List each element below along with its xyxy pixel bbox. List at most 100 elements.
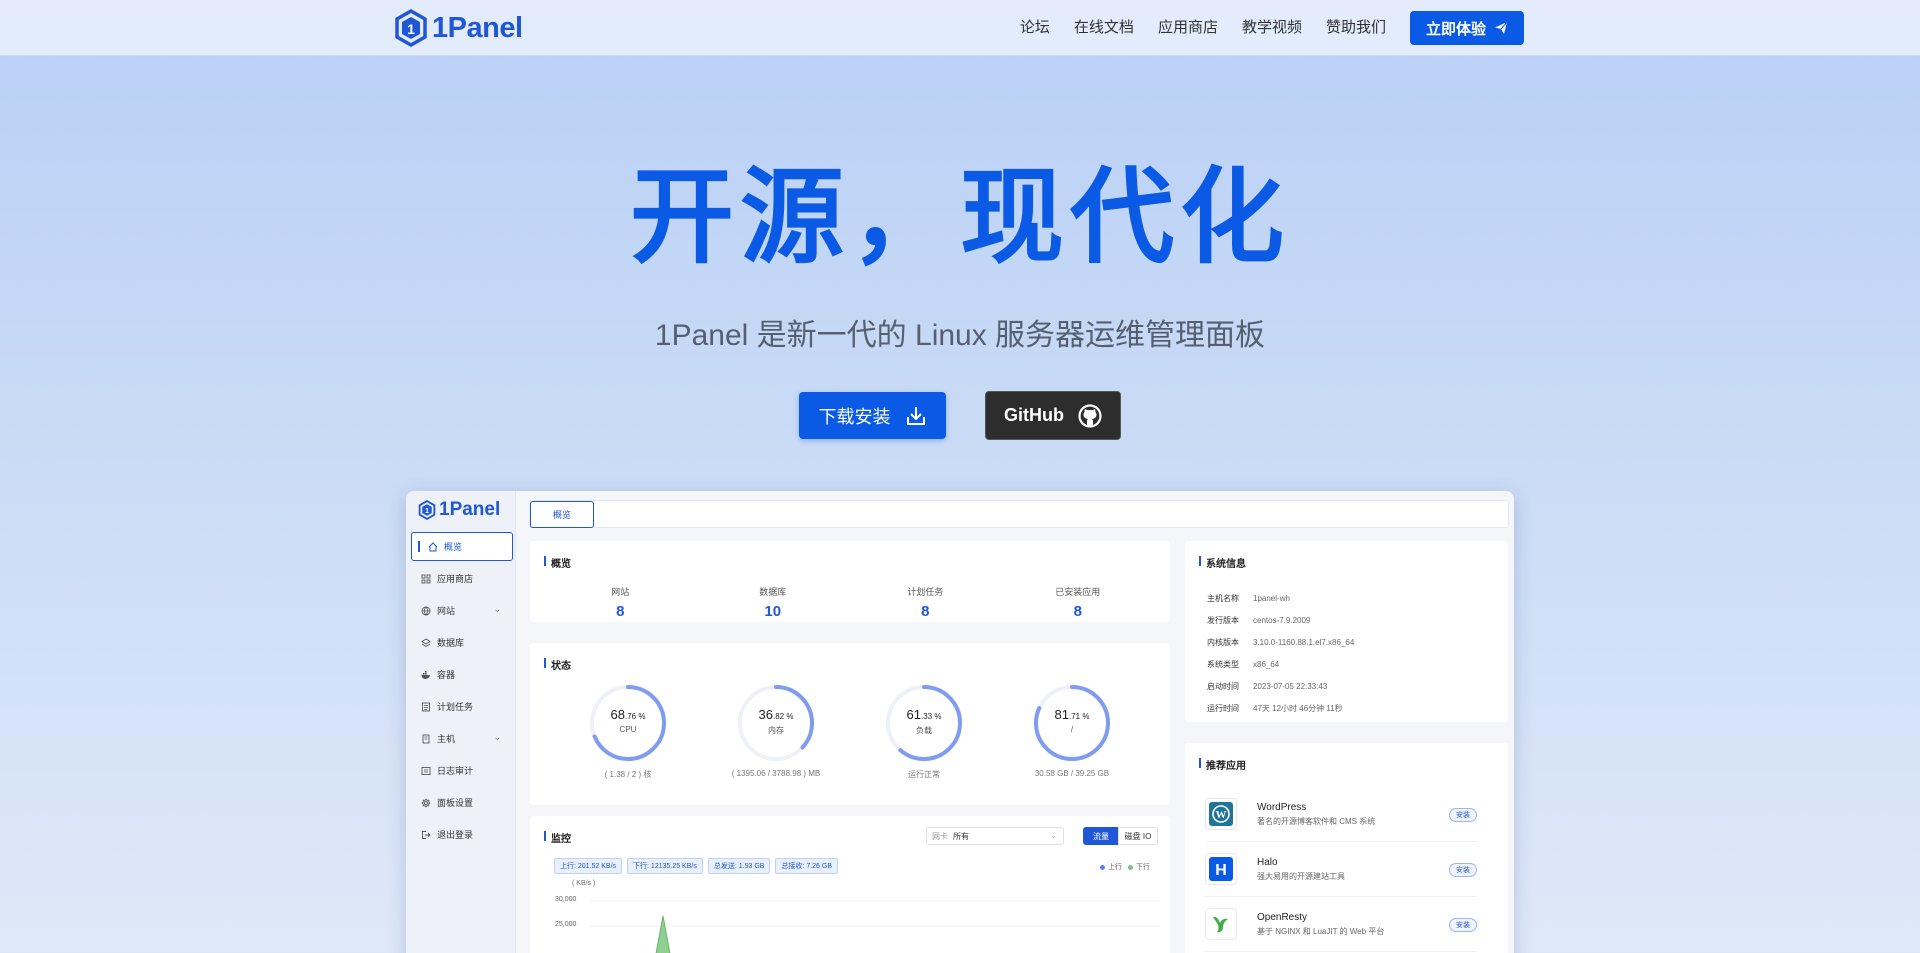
gauge-label: /	[1070, 725, 1074, 734]
nav-link-docs[interactable]: 在线文档	[1074, 11, 1134, 45]
sidebar-item-website[interactable]: 网站 ⌄	[411, 596, 513, 625]
sys-key: 启动时间	[1207, 681, 1239, 691]
brand-name: 1Panel	[432, 11, 523, 44]
sys-row-kernel: 内核版本 3.10.0-1160.88.1.el7.x86_64	[1207, 631, 1354, 653]
gauge-label: 负载	[916, 726, 932, 735]
sidebar-item-logout[interactable]: 退出登录	[411, 820, 513, 849]
tab-overview[interactable]: 概览	[530, 501, 594, 528]
app-name: WordPress	[1257, 801, 1307, 813]
gauge-ring: 68.76 % CPU	[588, 683, 668, 763]
stat-installed-apps[interactable]: 已安装应用 8	[1002, 585, 1155, 620]
stat-websites[interactable]: 网站 8	[544, 585, 697, 620]
github-button[interactable]: GitHub	[985, 391, 1121, 440]
stat-value: 8	[1073, 603, 1082, 620]
recommended-apps-card: 推荐应用 W WordPress 著名的开源博客软件和 CMS 系统 安装 H …	[1185, 743, 1508, 953]
system-info-list: 主机名称 1panel-wh 发行版本 centos-7.9.2009 内核版本 3.…	[1207, 587, 1354, 719]
gauge-unit: %	[1080, 712, 1090, 721]
sidebar-item-database[interactable]: 数据库	[411, 628, 513, 657]
list-item: W WordPress 著名的开源博客软件和 CMS 系统 安装	[1205, 787, 1477, 842]
sidebar-item-panel-settings[interactable]: 面板设置	[411, 788, 513, 817]
gauge-unit: %	[932, 712, 942, 721]
sidebar-item-overview[interactable]: 概览	[411, 532, 513, 561]
preview-logo-text: 1Panel	[439, 499, 501, 520]
gauge-value-int: 36	[758, 707, 773, 722]
try-now-button[interactable]: 立即体验	[1409, 11, 1524, 45]
chevron-down-icon: ⌄	[1050, 831, 1057, 840]
sidebar-item-log-audit[interactable]: 日志审计	[411, 756, 513, 785]
chart-axis-unit: ( KB/s )	[572, 880, 596, 887]
app-desc: 强大易用的开源建站工具	[1257, 871, 1345, 881]
toggle-traffic[interactable]: 流量	[1083, 827, 1119, 845]
overview-stats: 网站 8 数据库 10 计划任务 8 已安装应用 8	[544, 585, 1154, 620]
logout-icon	[422, 830, 431, 839]
gauge-load: 61.33 % 负载 运行正常	[859, 683, 989, 780]
gauge-detail: ( 1395.06 / 3788.98 ) MB	[731, 769, 821, 778]
sidebar-item-host[interactable]: 主机 ⌄	[411, 724, 513, 753]
chip-total-received: 总接收: 7.26 GB	[775, 858, 839, 874]
install-button[interactable]: 安装	[1449, 863, 1477, 877]
sidebar-item-label: 数据库	[437, 638, 465, 648]
gauge-value-dec: .82	[773, 712, 785, 721]
stat-value: 8	[921, 603, 930, 620]
nav-link-videos[interactable]: 教学视频	[1242, 11, 1302, 45]
toggle-disk-io[interactable]: 磁盘 IO	[1118, 827, 1158, 845]
nav-link-forum[interactable]: 论坛	[1020, 11, 1050, 45]
send-icon	[1495, 21, 1508, 34]
brand-logo-link[interactable]: 1 1Panel	[394, 9, 523, 47]
legend-dot-up	[1100, 864, 1105, 870]
nic-select[interactable]: 网卡 所有 ⌄	[926, 827, 1064, 845]
recommended-apps-title: 推荐应用	[1199, 757, 1246, 772]
stat-label: 已安装应用	[1055, 587, 1101, 597]
gauge-detail: 运行正常	[908, 770, 940, 779]
preview-tabbar: 概览	[529, 500, 1509, 528]
sys-value: x86_64	[1253, 659, 1280, 669]
install-button[interactable]: 安装	[1449, 808, 1477, 822]
status-gauges: 68.76 % CPU ( 1.38 / 2 ) 核 36.82 % 内存 ( …	[530, 683, 1170, 780]
gauge-ring: 61.33 % 负载	[884, 683, 964, 763]
traffic-chips: 上行: 201.52 KB/s 下行: 12135.25 KB/s 总发送: 1…	[554, 858, 843, 874]
sidebar-item-label: 面板设置	[437, 798, 474, 808]
sidebar-item-label: 主机	[437, 734, 456, 744]
legend-down-label[interactable]: 下行	[1136, 862, 1150, 872]
download-icon	[906, 406, 925, 425]
download-install-button[interactable]: 下载安装	[799, 392, 946, 439]
stat-cron-jobs[interactable]: 计划任务 8	[849, 585, 1002, 620]
stat-label: 数据库	[759, 587, 787, 597]
legend-up-label[interactable]: 上行	[1108, 862, 1122, 872]
sys-key: 运行时间	[1207, 703, 1239, 713]
status-card-title: 状态	[544, 657, 571, 672]
gauge-ring: 36.82 % 内存	[736, 683, 816, 763]
nav-links: 论坛 在线文档 应用商店 教学视频 赞助我们 立即体验	[1020, 11, 1524, 45]
chevron-down-icon: ⌄	[493, 732, 501, 742]
sidebar-item-label: 计划任务	[437, 702, 474, 712]
chart-legend: 上行 下行	[1094, 862, 1150, 872]
stat-databases[interactable]: 数据库 10	[697, 585, 850, 620]
gauge-label: 内存	[768, 726, 784, 735]
sidebar-item-cron[interactable]: 计划任务	[411, 692, 513, 721]
legend-dot-down	[1128, 864, 1133, 870]
gauge-cpu: 68.76 % CPU ( 1.38 / 2 ) 核	[563, 683, 693, 780]
nav-link-app-store[interactable]: 应用商店	[1158, 11, 1218, 45]
gauge-ring: 81.71 % /	[1032, 683, 1112, 763]
install-button[interactable]: 安装	[1449, 918, 1477, 932]
hero-title: 开源，现代化	[629, 160, 1290, 276]
svg-text:1: 1	[425, 506, 429, 515]
chip-upload: 上行: 201.52 KB/s	[554, 858, 623, 874]
gauge-value-int: 61	[906, 707, 921, 722]
hero-subtitle: 1Panel 是新一代的 Linux 服务器运维管理面板	[654, 319, 1266, 352]
sidebar-item-label: 概览	[444, 542, 463, 552]
sidebar-item-app-store[interactable]: 应用商店	[411, 564, 513, 593]
gauge-memory: 36.82 % 内存 ( 1395.06 / 3788.98 ) MB	[711, 683, 841, 780]
top-navbar: 1 1Panel 论坛 在线文档 应用商店 教学视频 赞助我们 立即体验	[0, 0, 1920, 56]
sidebar-item-container[interactable]: 容器	[411, 660, 513, 689]
docker-icon	[421, 670, 430, 679]
chevron-down-icon: ⌄	[493, 604, 501, 614]
gauge-value-dec: .71	[1069, 712, 1081, 721]
layers-icon	[421, 637, 431, 647]
sys-value: centos-7.9.2009	[1253, 615, 1311, 625]
sys-key: 系统类型	[1207, 659, 1239, 669]
nav-link-sponsor[interactable]: 赞助我们	[1326, 11, 1386, 45]
monitor-card: 监控 网卡 所有 ⌄ 流量 磁盘 IO 上行: 201.52 KB/s 下行: …	[530, 816, 1170, 953]
sys-row-distro: 发行版本 centos-7.9.2009	[1207, 609, 1354, 631]
sidebar-item-label: 退出登录	[437, 830, 474, 840]
